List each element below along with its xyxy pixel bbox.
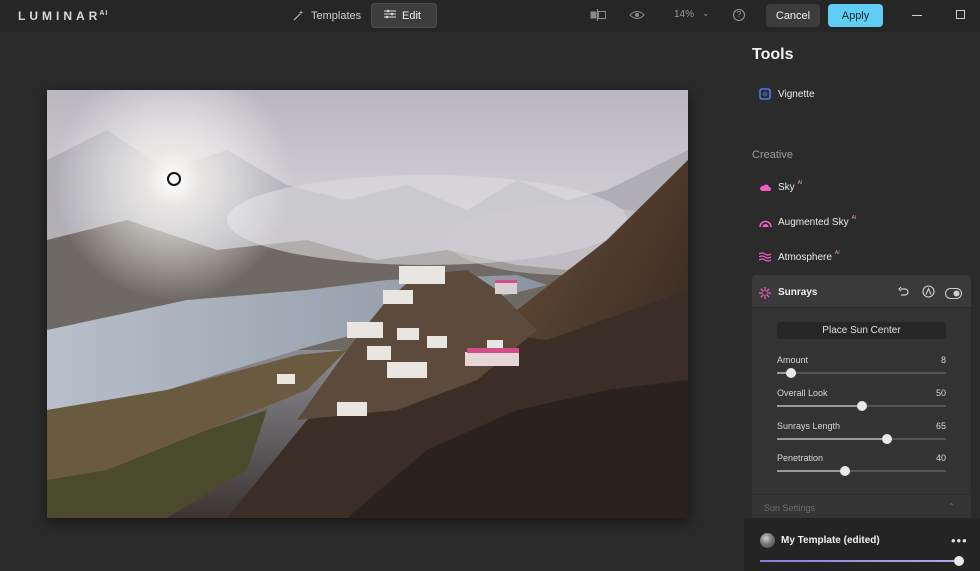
sunrays-title: Sunrays (778, 287, 818, 298)
sliders-icon (384, 9, 396, 22)
slider-value[interactable]: 65 (916, 421, 946, 431)
magic-wand-icon (293, 9, 305, 24)
slider-value[interactable]: 50 (916, 388, 946, 398)
slider-track[interactable] (777, 434, 946, 444)
undo-icon[interactable] (897, 285, 909, 303)
compare-icon[interactable] (590, 9, 606, 24)
slider-fill (777, 438, 887, 440)
chevron-down-icon[interactable]: ⌄ (702, 8, 710, 19)
chevron-up-icon[interactable]: ⌃ (948, 502, 955, 511)
tool-augmented-sky[interactable]: Augmented Sky AI (752, 210, 970, 234)
cloud-icon (752, 182, 778, 192)
tool-sky[interactable]: Sky AI (752, 175, 970, 199)
slider-track[interactable] (777, 368, 946, 378)
template-amount-knob[interactable] (954, 556, 964, 566)
app-logo: LUMINARAI (18, 9, 109, 23)
slider-label: Overall Look (777, 388, 828, 398)
template-name[interactable]: My Template (edited) (781, 535, 880, 546)
tool-vignette-label: Vignette (778, 88, 815, 100)
maximize-icon[interactable] (956, 10, 965, 19)
sun-settings-label: Sun Settings (764, 503, 816, 513)
ai-badge: AI (851, 215, 857, 221)
zoom-level[interactable]: 14% (674, 9, 694, 20)
landscape-photo (47, 90, 688, 518)
tool-augmented-sky-label: Augmented Sky (778, 216, 849, 228)
slider-knob[interactable] (785, 368, 796, 378)
templates-tab[interactable]: Templates (287, 4, 363, 28)
edit-tab-label: Edit (402, 9, 421, 22)
sunrays-icon (759, 286, 771, 304)
waves-icon (752, 252, 778, 262)
mask-icon[interactable] (922, 285, 935, 303)
eye-icon[interactable] (629, 9, 645, 24)
creative-section-label: Creative (752, 149, 793, 161)
rainbow-icon (752, 218, 778, 227)
slider-knob[interactable] (881, 434, 892, 444)
panel-title: Tools (752, 46, 794, 63)
slider-label: Penetration (777, 453, 824, 463)
templates-tab-label: Templates (311, 10, 362, 22)
slider-fill (777, 405, 862, 407)
ai-badge: AI (797, 180, 803, 186)
vignette-icon (752, 88, 778, 100)
edit-tab[interactable]: Edit (371, 3, 437, 28)
slider-value[interactable]: 8 (916, 355, 946, 365)
slider-knob[interactable] (839, 466, 850, 476)
tool-sky-label: Sky (778, 181, 795, 193)
slider-knob[interactable] (856, 401, 867, 411)
slider-track[interactable] (777, 401, 946, 411)
slider-label: Sunrays Length (777, 421, 841, 431)
apply-button[interactable]: Apply (828, 4, 883, 27)
minimize-icon[interactable] (912, 15, 922, 16)
tool-atmosphere-label: Atmosphere (778, 251, 832, 263)
more-options-icon[interactable]: ••• (951, 533, 968, 548)
tool-vignette[interactable]: Vignette (752, 82, 970, 106)
ai-badge: AI (834, 250, 840, 256)
photo-canvas[interactable] (47, 90, 688, 518)
tool-atmosphere[interactable]: Atmosphere AI (752, 245, 970, 269)
place-sun-center-button[interactable]: Place Sun Center (777, 322, 946, 339)
sun-center-marker[interactable] (167, 172, 181, 186)
template-thumbnail (760, 533, 775, 548)
template-amount-slider[interactable] (760, 560, 960, 562)
help-icon[interactable]: ? (733, 9, 745, 21)
toggle-visibility-icon[interactable] (945, 286, 962, 304)
cancel-button[interactable]: Cancel (766, 4, 820, 27)
slider-value[interactable]: 40 (916, 453, 946, 463)
slider-fill (777, 470, 845, 472)
slider-track[interactable] (777, 466, 946, 476)
slider-label: Amount (777, 355, 809, 365)
